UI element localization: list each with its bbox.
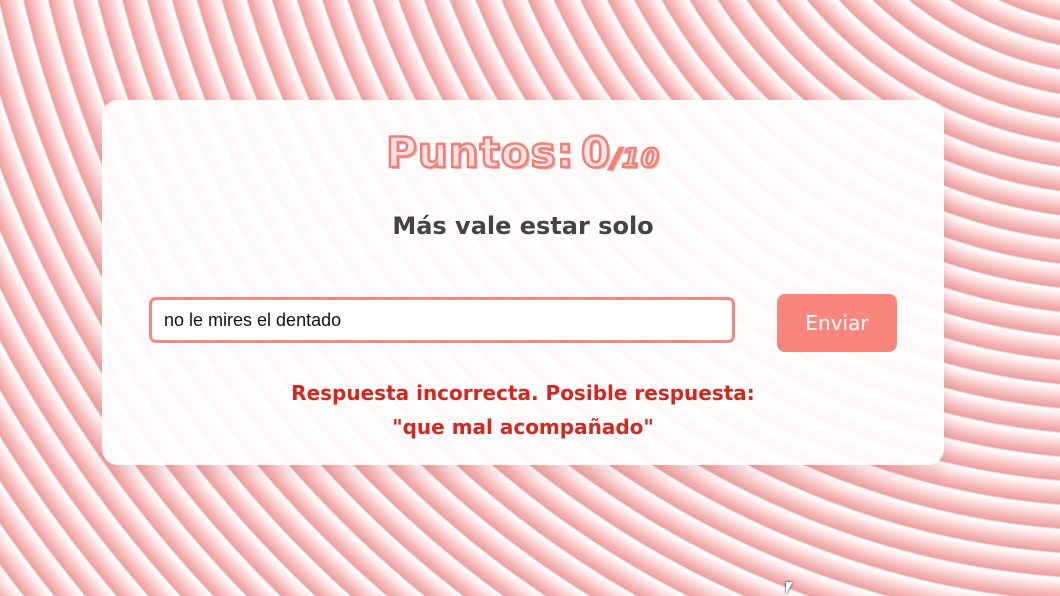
score-display: Puntos: 0/10 (102, 127, 944, 179)
feedback-line-2: "que mal acompañado" (392, 415, 654, 439)
mouse-cursor-icon (786, 582, 793, 594)
score-value: 0 (580, 127, 612, 179)
answer-input[interactable] (149, 297, 735, 343)
score-total: /10 (610, 143, 660, 176)
feedback-line-1: Respuesta incorrecta. Posible respuesta: (291, 381, 755, 405)
submit-button[interactable]: Enviar (777, 294, 897, 352)
proverb-prompt: Más vale estar solo (392, 212, 654, 240)
feedback-message: Respuesta incorrecta. Posible respuesta:… (102, 376, 944, 444)
score-label: Puntos: (385, 127, 575, 179)
quiz-card: Puntos: 0/10 Más vale estar solo Enviar … (102, 100, 944, 465)
